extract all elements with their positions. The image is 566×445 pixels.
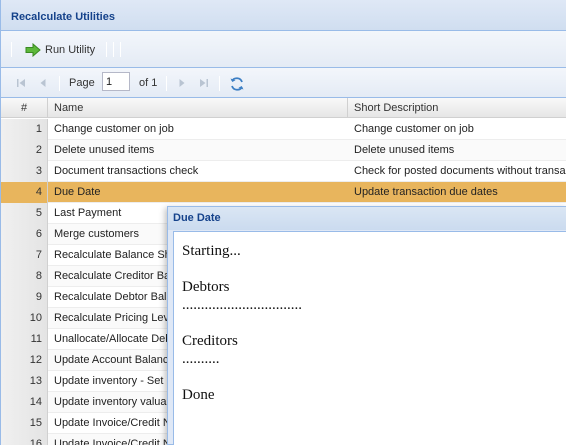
short-description-cell: Change customer on job xyxy=(354,123,474,135)
row-number: 9 xyxy=(1,287,48,308)
run-utility-button[interactable]: Run Utility xyxy=(21,39,99,61)
row-number: 6 xyxy=(1,224,48,245)
dialog-blank-line xyxy=(182,368,566,386)
table-row[interactable]: 1 Change customer on job Change customer o… xyxy=(1,119,566,140)
toolbar-separator xyxy=(120,42,121,57)
dialog-log-line: Starting... xyxy=(182,243,241,259)
pager-separator xyxy=(59,76,60,91)
row-number: 16 xyxy=(1,434,48,445)
row-number: 5 xyxy=(1,203,48,224)
grid-header: # Name Short Description xyxy=(1,98,566,118)
row-number: 10 xyxy=(1,308,48,329)
dialog-log-line: Done xyxy=(182,387,215,403)
dialog-blank-line xyxy=(182,314,566,332)
page-number-input[interactable] xyxy=(102,72,130,91)
table-row[interactable]: 4 Due Date Update transaction due dates xyxy=(1,182,566,203)
pager-separator xyxy=(166,76,167,91)
toolbar-separator xyxy=(11,42,12,57)
short-description-cell: Delete unused items xyxy=(354,144,455,156)
dialog-log-line: Debtors xyxy=(182,279,230,295)
row-number: 11 xyxy=(1,329,48,350)
row-number: 4 xyxy=(1,182,48,203)
row-number: 2 xyxy=(1,140,48,161)
due-date-dialog: Due Date Starting... Debtors.............… xyxy=(167,206,566,445)
toolbar-separator xyxy=(113,42,114,57)
panel-title: Recalculate Utilities xyxy=(11,11,115,23)
row-number: 12 xyxy=(1,350,48,371)
row-number: 13 xyxy=(1,371,48,392)
row-number: 3 xyxy=(1,161,48,182)
utility-name-cell: Delete unused items xyxy=(54,144,155,156)
next-page-icon[interactable] xyxy=(176,77,188,89)
row-number: 15 xyxy=(1,413,48,434)
utility-name-cell: Due Date xyxy=(54,186,101,198)
dialog-log-line: ................................ xyxy=(182,297,302,313)
row-number: 8 xyxy=(1,266,48,287)
last-page-icon[interactable] xyxy=(198,77,210,89)
row-number: 7 xyxy=(1,245,48,266)
column-header-name[interactable]: Name xyxy=(48,98,348,118)
table-row[interactable]: 3 Document transactions check Check for po… xyxy=(1,161,566,182)
toolbar-separator xyxy=(106,42,107,57)
dialog-log-line: Creditors xyxy=(182,333,238,349)
dialog-title[interactable]: Due Date xyxy=(168,207,566,230)
panel-header: Recalculate Utilities xyxy=(1,0,566,31)
column-header-short-description[interactable]: Short Description xyxy=(348,98,566,118)
dialog-log-output: Starting... Debtors......................… xyxy=(173,231,566,445)
page-label: Page xyxy=(69,77,95,89)
utility-name-cell: Document transactions check xyxy=(54,165,199,177)
short-description-cell: Check for posted documents without trans… xyxy=(354,165,566,177)
pager-separator xyxy=(219,76,220,91)
refresh-icon[interactable] xyxy=(229,76,245,92)
utility-name-cell: Change customer on job xyxy=(54,123,174,135)
row-number: 1 xyxy=(1,119,48,140)
previous-page-icon[interactable] xyxy=(37,77,49,89)
green-arrow-right-icon xyxy=(25,43,41,57)
short-description-cell: Update transaction due dates xyxy=(354,186,498,198)
recalculate-utilities-panel: Recalculate Utilities Run Utility Page o… xyxy=(0,0,566,445)
dialog-blank-line xyxy=(182,260,566,278)
table-row[interactable]: 2 Delete unused items Delete unused items xyxy=(1,140,566,161)
run-utility-label: Run Utility xyxy=(45,44,96,56)
page-count-label: of 1 xyxy=(139,77,158,89)
first-page-icon[interactable] xyxy=(15,77,27,89)
paging-toolbar: Page of 1 xyxy=(1,68,566,98)
column-header-number[interactable]: # xyxy=(1,98,48,118)
toolbar: Run Utility xyxy=(1,31,566,68)
row-number: 14 xyxy=(1,392,48,413)
dialog-log-line: .......... xyxy=(182,351,220,367)
